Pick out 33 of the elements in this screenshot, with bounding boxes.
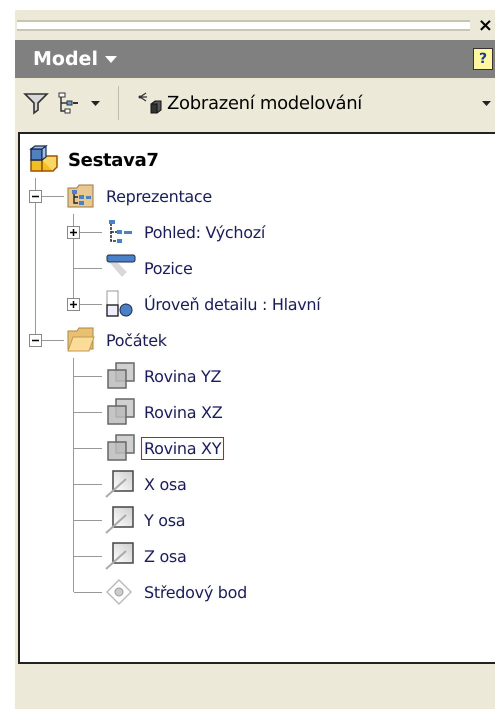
collapse-toggle[interactable]	[29, 334, 42, 346]
tree-item[interactable]: Rovina XY	[141, 436, 224, 460]
expand-toggle[interactable]	[67, 298, 80, 310]
caret-icon[interactable]	[91, 100, 100, 106]
filter-icon[interactable]	[23, 91, 49, 115]
tree-item[interactable]: Úroveň detailu : Hlavní	[141, 292, 324, 316]
tree-structure-icon[interactable]	[57, 91, 79, 115]
help-button[interactable]: ?	[473, 48, 493, 70]
plus-icon	[69, 228, 78, 236]
axis-icon	[104, 541, 136, 571]
tree-item[interactable]: Počátek	[103, 328, 170, 352]
close-button[interactable]: ×	[478, 14, 495, 36]
drag-grip[interactable]	[17, 20, 470, 30]
expand-toggle[interactable]	[67, 226, 80, 238]
tree-item[interactable]: Rovina XZ	[141, 400, 226, 424]
tree-item[interactable]: Y osa	[141, 508, 188, 532]
assembly-icon	[28, 145, 60, 175]
tree-item[interactable]: Z osa	[141, 544, 190, 568]
collapse-toggle[interactable]	[29, 190, 42, 202]
view-dropdown[interactable]: Zobrazení modelování	[137, 90, 362, 116]
model-dropdown[interactable]: Model	[33, 48, 117, 70]
tree-item[interactable]: Sestava7	[65, 148, 162, 172]
caret-icon[interactable]	[482, 100, 491, 106]
plus-icon	[69, 300, 78, 308]
tree-item[interactable]: Pohled: Výchozí	[141, 220, 268, 244]
tree-item[interactable]: Reprezentace	[103, 184, 215, 208]
tree-item[interactable]: Rovina YZ	[141, 364, 224, 388]
tree-item[interactable]: X osa	[141, 472, 190, 496]
tree-item[interactable]: Středový bod	[141, 580, 250, 604]
axis-icon	[104, 469, 136, 499]
tree-item[interactable]: Pozice	[141, 256, 196, 280]
axis-icon	[104, 505, 136, 535]
caret-icon	[104, 56, 117, 62]
